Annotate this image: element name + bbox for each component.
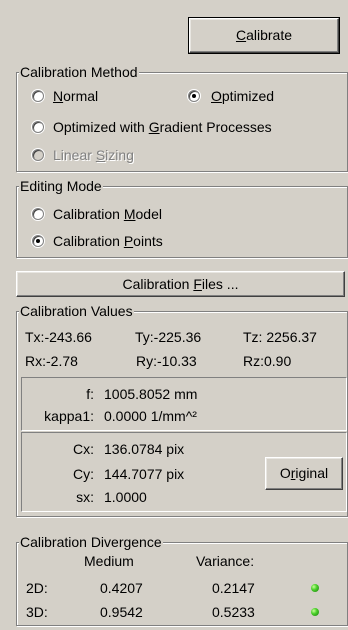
calibrate-button[interactable]: Calibrate: [188, 17, 340, 54]
calibration-values-legend: Calibration Values: [19, 303, 134, 319]
cx-value: 136.0784 pix: [104, 441, 185, 457]
normal-label[interactable]: Normal: [53, 88, 98, 104]
kappa-value: 0.0000 1/mm^²: [104, 408, 197, 424]
calibration-method-legend: Calibration Method: [19, 64, 139, 80]
optimized-radio[interactable]: [188, 90, 200, 102]
sx-value: 1.0000: [104, 489, 147, 505]
calibration-divergence-legend: Calibration Divergence: [19, 534, 163, 550]
variance-column-header: Variance:: [196, 553, 255, 569]
calibration-points-radio-dot: [36, 239, 40, 243]
calibration-divergence-group: [16, 542, 348, 626]
divergence-3d-status-led-icon: [311, 608, 319, 616]
calibration-points-radio[interactable]: [32, 235, 44, 247]
cy-value: 144.7077 pix: [104, 466, 185, 482]
calibration-points-label[interactable]: Calibration Points: [53, 233, 163, 249]
calibration-model-radio[interactable]: [32, 208, 44, 220]
divergence-3d-variance: 0.5233: [212, 604, 255, 620]
calibration-files-button[interactable]: Calibration Files ...: [16, 271, 345, 297]
editing-mode-legend: Editing Mode: [19, 178, 103, 194]
original-label: Original: [279, 465, 329, 481]
optimized-label[interactable]: Optimized: [211, 88, 274, 104]
divergence-2d-variance: 0.2147: [212, 580, 255, 596]
divergence-3d-medium: 0.9542: [100, 604, 143, 620]
original-button[interactable]: Original: [265, 457, 343, 490]
divergence-2d-label: 2D:: [26, 580, 48, 596]
calibrate-label: Calibrate: [235, 27, 293, 43]
divergence-3d-label: 3D:: [26, 604, 48, 620]
kappa-label: kappa1:: [44, 408, 94, 424]
linear-sizing-radio: [32, 149, 44, 161]
optimized-radio-dot: [192, 94, 196, 98]
calibration-model-label[interactable]: Calibration Model: [53, 206, 162, 222]
tz-value: Tz: 2256.37: [243, 329, 317, 345]
optimized-gradient-label[interactable]: Optimized with Gradient Processes: [53, 119, 272, 135]
cy-label: Cy:: [73, 466, 94, 482]
optimized-gradient-radio[interactable]: [32, 121, 44, 133]
rz-value: Rz:0.90: [243, 353, 292, 369]
linear-sizing-label: Linear Sizing: [53, 147, 134, 163]
tx-value: Tx:-243.66: [25, 329, 92, 345]
medium-column-header: Medium: [84, 553, 134, 569]
sx-label: sx:: [76, 489, 94, 505]
ry-value: Ry:-10.33: [136, 353, 197, 369]
rx-value: Rx:-2.78: [25, 353, 78, 369]
cx-label: Cx:: [73, 441, 94, 457]
divergence-2d-status-led-icon: [311, 584, 319, 592]
calibration-files-label: Calibration Files ...: [122, 276, 239, 292]
ty-value: Ty:-225.36: [135, 329, 202, 345]
f-value: 1005.8052 mm: [104, 386, 198, 402]
divergence-2d-medium: 0.4207: [100, 580, 143, 596]
f-label: f:: [86, 386, 94, 402]
normal-radio[interactable]: [32, 90, 44, 102]
